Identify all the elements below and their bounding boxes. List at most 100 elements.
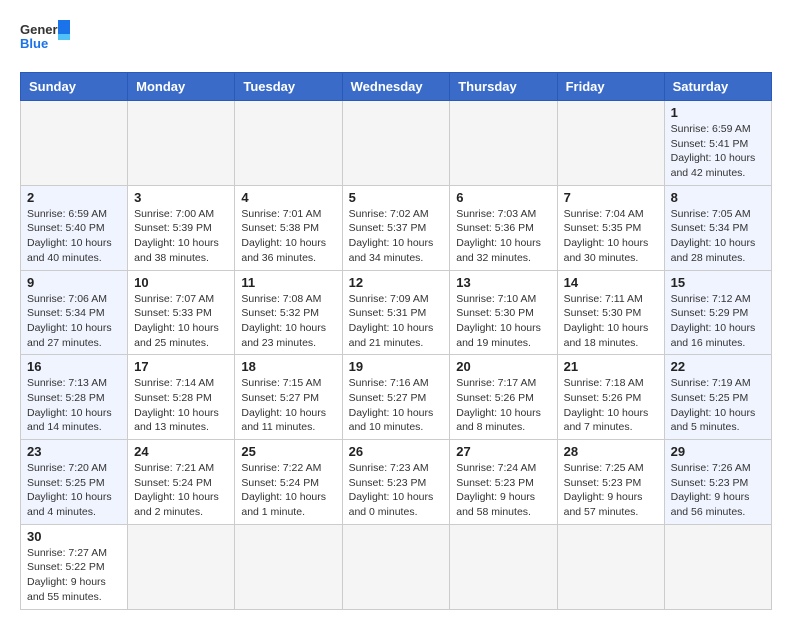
day-info: Sunrise: 7:23 AM Sunset: 5:23 PM Dayligh… <box>349 461 444 520</box>
day-number: 2 <box>27 190 121 205</box>
calendar-cell: 19Sunrise: 7:16 AM Sunset: 5:27 PM Dayli… <box>342 355 450 440</box>
header: GeneralBlue <box>20 20 772 56</box>
weekday-header-saturday: Saturday <box>664 73 771 101</box>
day-number: 17 <box>134 359 228 374</box>
weekday-header-sunday: Sunday <box>21 73 128 101</box>
day-number: 14 <box>564 275 658 290</box>
calendar-week-row: 23Sunrise: 7:20 AM Sunset: 5:25 PM Dayli… <box>21 440 772 525</box>
day-number: 28 <box>564 444 658 459</box>
calendar-week-row: 16 Sunrise: 7:13 AM Sunset: 5:28 PM Dayli… <box>21 355 772 440</box>
calendar-cell <box>450 524 557 609</box>
day-info: Sunrise: 7:04 AM Sunset: 5:35 PM Dayligh… <box>564 207 658 266</box>
day-number: 30 <box>27 529 121 544</box>
day-number: 22 <box>671 359 765 374</box>
day-info: Sunrise: 7:21 AM Sunset: 5:24 PM Dayligh… <box>134 461 228 520</box>
day-number: 18 <box>241 359 335 374</box>
day-info: Sunrise: 7:01 AM Sunset: 5:38 PM Dayligh… <box>241 207 335 266</box>
day-number: 4 <box>241 190 335 205</box>
day-info: Sunrise: 7:11 AM Sunset: 5:30 PM Dayligh… <box>564 292 658 351</box>
calendar-cell <box>21 101 128 186</box>
day-number: 6 <box>456 190 550 205</box>
calendar-cell: 10Sunrise: 7:07 AM Sunset: 5:33 PM Dayli… <box>128 270 235 355</box>
day-number: 12 <box>349 275 444 290</box>
day-info: Sunrise: 7:17 AM Sunset: 5:26 PM Dayligh… <box>456 376 550 435</box>
calendar-cell: 25Sunrise: 7:22 AM Sunset: 5:24 PM Dayli… <box>235 440 342 525</box>
day-number: 16 <box>27 359 121 374</box>
calendar-cell: 18 Sunrise: 7:15 AM Sunset: 5:27 PM Dayli… <box>235 355 342 440</box>
day-info: Sunrise: 7:10 AM Sunset: 5:30 PM Dayligh… <box>456 292 550 351</box>
day-info: Sunrise: 7:06 AM Sunset: 5:34 PM Dayligh… <box>27 292 121 351</box>
calendar-cell: 14 Sunrise: 7:11 AM Sunset: 5:30 PM Dayli… <box>557 270 664 355</box>
calendar-cell: 15 Sunrise: 7:12 AM Sunset: 5:29 PM Dayli… <box>664 270 771 355</box>
day-info: Sunrise: 7:08 AM Sunset: 5:32 PM Dayligh… <box>241 292 335 351</box>
calendar-cell <box>557 524 664 609</box>
calendar-cell <box>342 101 450 186</box>
calendar-cell: 29 Sunrise: 7:26 AM Sunset: 5:23 PM Dayli… <box>664 440 771 525</box>
calendar-cell <box>450 101 557 186</box>
calendar-cell: 13Sunrise: 7:10 AM Sunset: 5:30 PM Dayli… <box>450 270 557 355</box>
day-number: 21 <box>564 359 658 374</box>
day-info: Sunrise: 7:02 AM Sunset: 5:37 PM Dayligh… <box>349 207 444 266</box>
weekday-header-tuesday: Tuesday <box>235 73 342 101</box>
day-number: 24 <box>134 444 228 459</box>
day-info: Sunrise: 7:18 AM Sunset: 5:26 PM Dayligh… <box>564 376 658 435</box>
day-info: Sunrise: 6:59 AM Sunset: 5:40 PM Dayligh… <box>27 207 121 266</box>
day-info: Sunrise: 7:25 AM Sunset: 5:23 PM Dayligh… <box>564 461 658 520</box>
calendar-week-row: 9Sunrise: 7:06 AM Sunset: 5:34 PM Daylig… <box>21 270 772 355</box>
calendar-cell: 23Sunrise: 7:20 AM Sunset: 5:25 PM Dayli… <box>21 440 128 525</box>
calendar-cell: 2 Sunrise: 6:59 AM Sunset: 5:40 PM Daylig… <box>21 185 128 270</box>
calendar-table: SundayMondayTuesdayWednesdayThursdayFrid… <box>20 72 772 610</box>
calendar-cell: 22Sunrise: 7:19 AM Sunset: 5:25 PM Dayli… <box>664 355 771 440</box>
day-info: Sunrise: 7:15 AM Sunset: 5:27 PM Dayligh… <box>241 376 335 435</box>
calendar-cell <box>235 524 342 609</box>
calendar-cell <box>557 101 664 186</box>
calendar-cell: 12Sunrise: 7:09 AM Sunset: 5:31 PM Dayli… <box>342 270 450 355</box>
calendar-cell <box>235 101 342 186</box>
calendar-week-row: 1 Sunrise: 6:59 AM Sunset: 5:41 PM Daylig… <box>21 101 772 186</box>
day-info: Sunrise: 7:14 AM Sunset: 5:28 PM Dayligh… <box>134 376 228 435</box>
calendar-cell <box>128 101 235 186</box>
weekday-header-row: SundayMondayTuesdayWednesdayThursdayFrid… <box>21 73 772 101</box>
day-info: Sunrise: 7:07 AM Sunset: 5:33 PM Dayligh… <box>134 292 228 351</box>
day-info: Sunrise: 6:59 AM Sunset: 5:41 PM Dayligh… <box>671 122 765 181</box>
weekday-header-monday: Monday <box>128 73 235 101</box>
day-number: 29 <box>671 444 765 459</box>
day-number: 26 <box>349 444 444 459</box>
day-info: Sunrise: 7:12 AM Sunset: 5:29 PM Dayligh… <box>671 292 765 351</box>
calendar-cell: 21 Sunrise: 7:18 AM Sunset: 5:26 PM Dayli… <box>557 355 664 440</box>
day-number: 1 <box>671 105 765 120</box>
day-info: Sunrise: 7:27 AM Sunset: 5:22 PM Dayligh… <box>27 546 121 605</box>
day-info: Sunrise: 7:26 AM Sunset: 5:23 PM Dayligh… <box>671 461 765 520</box>
calendar-cell: 11 Sunrise: 7:08 AM Sunset: 5:32 PM Dayli… <box>235 270 342 355</box>
day-info: Sunrise: 7:00 AM Sunset: 5:39 PM Dayligh… <box>134 207 228 266</box>
calendar-cell: 24 Sunrise: 7:21 AM Sunset: 5:24 PM Dayli… <box>128 440 235 525</box>
calendar-cell: 6 Sunrise: 7:03 AM Sunset: 5:36 PM Daylig… <box>450 185 557 270</box>
calendar-cell: 27Sunrise: 7:24 AM Sunset: 5:23 PM Dayli… <box>450 440 557 525</box>
day-info: Sunrise: 7:20 AM Sunset: 5:25 PM Dayligh… <box>27 461 121 520</box>
logo-svg: GeneralBlue <box>20 20 70 56</box>
day-number: 3 <box>134 190 228 205</box>
calendar-cell <box>664 524 771 609</box>
calendar-cell: 26 Sunrise: 7:23 AM Sunset: 5:23 PM Dayli… <box>342 440 450 525</box>
day-number: 25 <box>241 444 335 459</box>
calendar-cell: 20Sunrise: 7:17 AM Sunset: 5:26 PM Dayli… <box>450 355 557 440</box>
calendar-week-row: 30 Sunrise: 7:27 AM Sunset: 5:22 PM Dayli… <box>21 524 772 609</box>
day-number: 27 <box>456 444 550 459</box>
day-number: 15 <box>671 275 765 290</box>
weekday-header-wednesday: Wednesday <box>342 73 450 101</box>
calendar-cell: 8Sunrise: 7:05 AM Sunset: 5:34 PM Daylig… <box>664 185 771 270</box>
weekday-header-thursday: Thursday <box>450 73 557 101</box>
svg-text:Blue: Blue <box>20 36 48 51</box>
calendar-cell <box>342 524 450 609</box>
day-info: Sunrise: 7:03 AM Sunset: 5:36 PM Dayligh… <box>456 207 550 266</box>
weekday-header-friday: Friday <box>557 73 664 101</box>
calendar-cell: 7 Sunrise: 7:04 AM Sunset: 5:35 PM Daylig… <box>557 185 664 270</box>
calendar-cell: 30 Sunrise: 7:27 AM Sunset: 5:22 PM Dayli… <box>21 524 128 609</box>
day-info: Sunrise: 7:16 AM Sunset: 5:27 PM Dayligh… <box>349 376 444 435</box>
day-number: 5 <box>349 190 444 205</box>
calendar-cell: 9Sunrise: 7:06 AM Sunset: 5:34 PM Daylig… <box>21 270 128 355</box>
day-number: 7 <box>564 190 658 205</box>
day-info: Sunrise: 7:13 AM Sunset: 5:28 PM Dayligh… <box>27 376 121 435</box>
day-number: 11 <box>241 275 335 290</box>
calendar-cell: 1 Sunrise: 6:59 AM Sunset: 5:41 PM Daylig… <box>664 101 771 186</box>
